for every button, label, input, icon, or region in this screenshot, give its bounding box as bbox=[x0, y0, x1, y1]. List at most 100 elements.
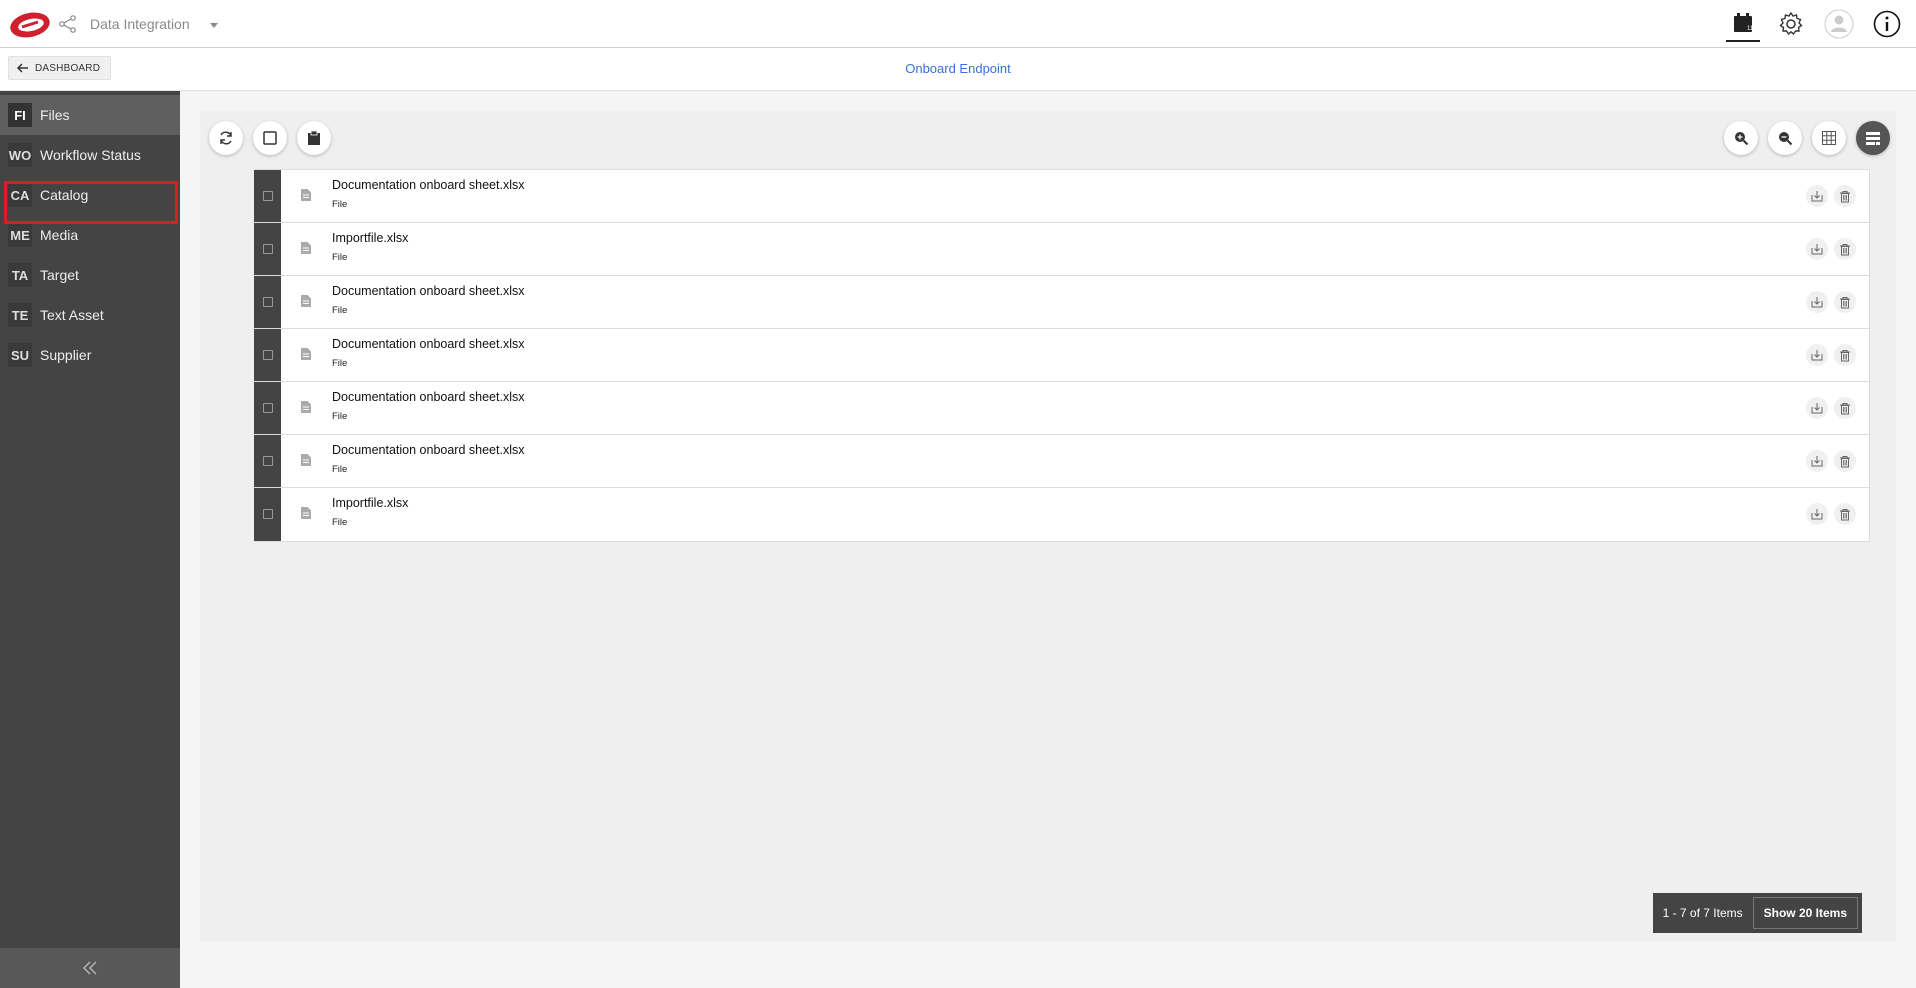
file-name[interactable]: Documentation onboard sheet.xlsx bbox=[332, 284, 524, 298]
delete-button[interactable] bbox=[1834, 291, 1856, 313]
download-button[interactable] bbox=[1806, 450, 1828, 472]
trash-icon bbox=[1840, 402, 1850, 414]
delete-button[interactable] bbox=[1834, 397, 1856, 419]
app-switcher[interactable]: Data Integration bbox=[58, 14, 218, 34]
list-item[interactable]: Documentation onboard sheet.xlsx File bbox=[254, 435, 1869, 488]
collapse-sidebar-button[interactable] bbox=[0, 948, 180, 988]
zoom-in-button[interactable] bbox=[1724, 121, 1758, 155]
user-button[interactable] bbox=[1822, 6, 1856, 42]
file-name[interactable]: Documentation onboard sheet.xlsx bbox=[332, 337, 524, 351]
sidebar-item-label: Text Asset bbox=[40, 307, 104, 323]
settings-button[interactable] bbox=[1774, 6, 1808, 42]
file-type: File bbox=[332, 358, 348, 369]
list-item[interactable]: Documentation onboard sheet.xlsx File bbox=[254, 329, 1869, 382]
grid-view-button[interactable] bbox=[1812, 121, 1846, 155]
trash-icon bbox=[1840, 455, 1850, 467]
file-name[interactable]: Importfile.xlsx bbox=[332, 231, 408, 245]
file-icon bbox=[301, 295, 311, 307]
row-checkbox[interactable] bbox=[263, 509, 273, 519]
row-checkbox[interactable] bbox=[263, 244, 273, 254]
row-checkbox[interactable] bbox=[263, 297, 273, 307]
trash-icon bbox=[1840, 349, 1850, 361]
download-icon bbox=[1811, 509, 1823, 520]
zoom-in-icon bbox=[1735, 132, 1749, 146]
sidebar-item-text-asset[interactable]: TE Text Asset bbox=[0, 295, 180, 335]
sidebar-item-abbr: CA bbox=[8, 183, 32, 207]
download-icon bbox=[1811, 456, 1823, 467]
delete-button[interactable] bbox=[1834, 450, 1856, 472]
delete-button[interactable] bbox=[1834, 185, 1856, 207]
pagination-info: 1 - 7 of 7 Items bbox=[1662, 906, 1743, 920]
sidebar-item-target[interactable]: TA Target bbox=[0, 255, 180, 295]
sidebar-item-label: Files bbox=[40, 107, 70, 123]
select-all-button[interactable] bbox=[253, 121, 287, 155]
dashboard-label: DASHBOARD bbox=[35, 62, 101, 74]
sidebar-item-abbr: SU bbox=[8, 343, 32, 367]
download-button[interactable] bbox=[1806, 503, 1828, 525]
file-name[interactable]: Documentation onboard sheet.xlsx bbox=[332, 178, 524, 192]
download-button[interactable] bbox=[1806, 185, 1828, 207]
row-checkbox[interactable] bbox=[263, 350, 273, 360]
file-type: File bbox=[332, 411, 348, 422]
info-button[interactable] bbox=[1870, 6, 1904, 42]
sidebar-item-media[interactable]: ME Media bbox=[0, 215, 180, 255]
trash-icon bbox=[1840, 508, 1850, 520]
sidebar-item-abbr: FI bbox=[8, 103, 32, 127]
chevron-down-icon[interactable] bbox=[209, 22, 218, 28]
pagination: 1 - 7 of 7 Items Show 20 Items bbox=[1652, 893, 1862, 933]
show-items-button[interactable]: Show 20 Items bbox=[1752, 897, 1858, 929]
sidebar-item-catalog[interactable]: CA Catalog bbox=[0, 175, 180, 215]
list-item[interactable]: Importfile.xlsx File bbox=[254, 488, 1869, 541]
list-view-button[interactable] bbox=[1856, 121, 1890, 155]
list-item[interactable]: Documentation onboard sheet.xlsx File bbox=[254, 276, 1869, 329]
sidebar-item-abbr: WO bbox=[8, 143, 32, 167]
app-title[interactable]: Data Integration bbox=[90, 16, 190, 32]
clipboard-icon bbox=[308, 130, 320, 145]
calendar-button[interactable]: 11 bbox=[1726, 6, 1760, 42]
calendar-icon: 11 bbox=[1734, 13, 1754, 32]
file-icon bbox=[301, 401, 311, 413]
refresh-button[interactable] bbox=[209, 121, 243, 155]
upload-button[interactable] bbox=[297, 121, 331, 155]
download-icon bbox=[1811, 350, 1823, 361]
page-title: Onboard Endpoint bbox=[905, 61, 1011, 76]
sidebar-item-files[interactable]: FI Files bbox=[0, 95, 180, 135]
top-bar: Data Integration 11 bbox=[0, 0, 1916, 48]
refresh-icon bbox=[220, 131, 232, 145]
list-item[interactable]: Importfile.xlsx File bbox=[254, 223, 1869, 276]
download-icon bbox=[1811, 403, 1823, 414]
row-checkbox[interactable] bbox=[263, 191, 273, 201]
file-name[interactable]: Documentation onboard sheet.xlsx bbox=[332, 443, 524, 457]
delete-button[interactable] bbox=[1834, 344, 1856, 366]
dashboard-button[interactable]: DASHBOARD bbox=[8, 56, 112, 80]
info-icon bbox=[1873, 10, 1901, 38]
list-item[interactable]: Documentation onboard sheet.xlsx File bbox=[254, 382, 1869, 435]
zoom-out-button[interactable] bbox=[1768, 121, 1802, 155]
download-icon bbox=[1811, 244, 1823, 255]
download-button[interactable] bbox=[1806, 344, 1828, 366]
file-type: File bbox=[332, 199, 348, 210]
list-item[interactable]: Documentation onboard sheet.xlsx File bbox=[254, 170, 1869, 223]
row-checkbox[interactable] bbox=[263, 456, 273, 466]
trash-icon bbox=[1840, 243, 1850, 255]
brand-logo[interactable] bbox=[8, 10, 52, 40]
file-list: Documentation onboard sheet.xlsx File Im… bbox=[254, 169, 1870, 542]
file-name[interactable]: Importfile.xlsx bbox=[332, 496, 408, 510]
download-button[interactable] bbox=[1806, 397, 1828, 419]
row-checkbox[interactable] bbox=[263, 403, 273, 413]
files-panel: Documentation onboard sheet.xlsx File Im… bbox=[200, 111, 1896, 941]
grid-icon bbox=[1822, 131, 1836, 145]
download-button[interactable] bbox=[1806, 291, 1828, 313]
sidebar-item-workflow-status[interactable]: WO Workflow Status bbox=[0, 135, 180, 175]
download-button[interactable] bbox=[1806, 238, 1828, 260]
file-name[interactable]: Documentation onboard sheet.xlsx bbox=[332, 390, 524, 404]
sidebar-item-label: Workflow Status bbox=[40, 147, 141, 163]
trash-icon bbox=[1840, 296, 1850, 308]
main-content: Documentation onboard sheet.xlsx File Im… bbox=[180, 91, 1916, 988]
sidebar-item-abbr: ME bbox=[8, 223, 32, 247]
delete-button[interactable] bbox=[1834, 238, 1856, 260]
delete-button[interactable] bbox=[1834, 503, 1856, 525]
sidebar-item-supplier[interactable]: SU Supplier bbox=[0, 335, 180, 375]
list-view-icon bbox=[1866, 132, 1880, 145]
sidebar: FI Files WO Workflow Status CA Catalog M… bbox=[0, 91, 180, 988]
